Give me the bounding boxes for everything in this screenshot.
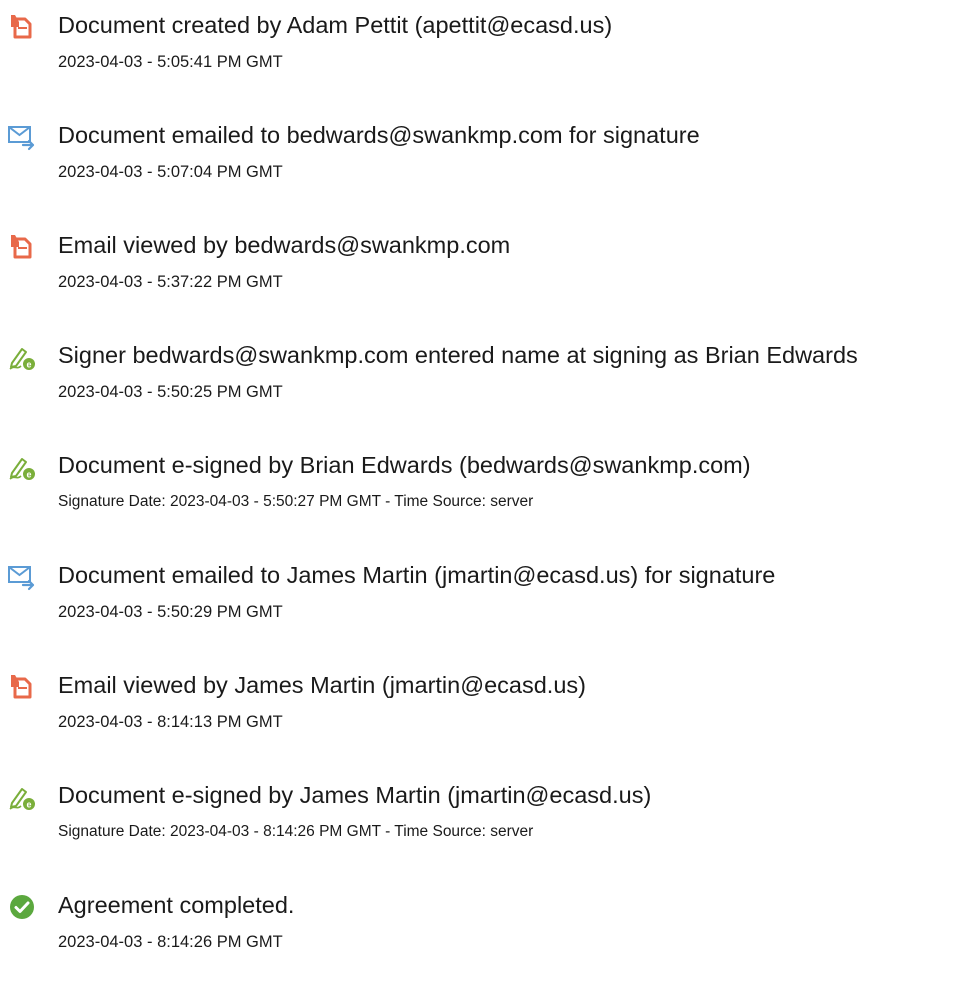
check-circle-icon: [8, 893, 36, 921]
audit-event: Email viewed by James Martin (jmartin@ec…: [0, 665, 964, 745]
audit-event: e Document e-signed by James Martin (jma…: [0, 775, 964, 855]
document-icon: [8, 233, 36, 261]
audit-event: e Signer bedwards@swankmp.com entered na…: [0, 335, 964, 415]
event-text: Document emailed to James Martin (jmarti…: [58, 562, 776, 588]
event-date: 2023-04-03 - 5:37:22 PM GMT: [58, 273, 283, 291]
pen-sign-icon: e: [8, 783, 36, 811]
event-date: 2023-04-03 - 5:50:29 PM GMT: [58, 603, 283, 621]
pen-sign-icon: e: [8, 343, 36, 371]
event-text: Document e-signed by Brian Edwards (bedw…: [58, 452, 751, 478]
event-date: 2023-04-03 - 8:14:13 PM GMT: [58, 713, 283, 731]
audit-trail-list: Document created by Adam Pettit (apettit…: [0, 0, 964, 994]
email-send-icon: [8, 123, 36, 151]
event-text: Email viewed by James Martin (jmartin@ec…: [58, 672, 586, 698]
audit-event: Document created by Adam Pettit (apettit…: [0, 5, 964, 85]
svg-text:e: e: [26, 470, 31, 480]
svg-text:e: e: [26, 800, 31, 810]
event-text: Email viewed by bedwards@swankmp.com: [58, 232, 511, 258]
event-text: Agreement completed.: [58, 892, 295, 918]
event-date: 2023-04-03 - 5:50:25 PM GMT: [58, 383, 283, 401]
document-icon: [8, 673, 36, 701]
event-date: 2023-04-03 - 5:07:04 PM GMT: [58, 163, 283, 181]
event-text: Document e-signed by James Martin (jmart…: [58, 782, 652, 808]
event-date: Signature Date: 2023-04-03 - 8:14:26 PM …: [58, 823, 534, 840]
event-date: 2023-04-03 - 8:14:26 PM GMT: [58, 933, 283, 951]
audit-event: e Document e-signed by Brian Edwards (be…: [0, 445, 964, 525]
event-text: Signer bedwards@swankmp.com entered name…: [58, 342, 858, 368]
event-date: Signature Date: 2023-04-03 - 5:50:27 PM …: [58, 493, 534, 510]
audit-event: Agreement completed. 2023-04-03 - 8:14:2…: [0, 885, 964, 965]
event-date: 2023-04-03 - 5:05:41 PM GMT: [58, 53, 283, 71]
event-text: Document created by Adam Pettit (apettit…: [58, 12, 613, 38]
pen-sign-icon: e: [8, 453, 36, 481]
audit-event: Email viewed by bedwards@swankmp.com 202…: [0, 225, 964, 305]
event-text: Document emailed to bedwards@swankmp.com…: [58, 122, 700, 148]
audit-event: Document emailed to James Martin (jmarti…: [0, 555, 964, 635]
svg-text:e: e: [26, 360, 31, 370]
document-icon: [8, 13, 36, 41]
audit-event: Document emailed to bedwards@swankmp.com…: [0, 115, 964, 195]
email-send-icon: [8, 563, 36, 591]
